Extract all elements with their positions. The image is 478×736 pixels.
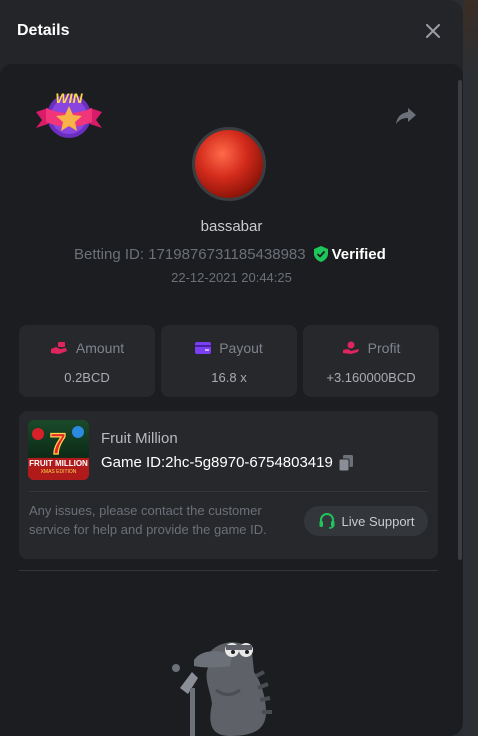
win-badge: WIN <box>34 88 104 144</box>
stat-value: 16.8 x <box>211 370 247 385</box>
headset-icon <box>319 512 334 529</box>
stat-payout: Payout 16.8 x <box>161 325 297 397</box>
avatar[interactable] <box>192 127 266 201</box>
game-thumbnail[interactable]: 7 FRUIT MILLION XMAS EDITION <box>28 420 89 480</box>
stat-value: 0.2BCD <box>64 370 110 385</box>
stat-value: +3.160000BCD <box>326 370 416 385</box>
game-id: Game ID:2hc-5g8970-6754803419 <box>101 454 333 471</box>
live-support-button[interactable]: Live Support <box>304 506 428 536</box>
divider <box>29 491 428 492</box>
close-icon[interactable] <box>424 22 442 40</box>
thumb-subtitle: XMAS EDITION <box>40 469 77 475</box>
help-text: Any issues, please contact the customer … <box>29 503 267 537</box>
section-separator <box>19 570 438 571</box>
game-card: 7 FRUIT MILLION XMAS EDITION Fruit Milli… <box>19 411 438 559</box>
scrollbar[interactable] <box>458 80 462 560</box>
betting-id: Betting ID: 1719876731185438983 <box>74 245 306 263</box>
share-icon[interactable] <box>395 105 417 127</box>
win-badge-text: WIN <box>55 90 83 106</box>
thumb-title: FRUIT MILLION <box>29 459 88 468</box>
crocodile-mascot <box>170 632 280 736</box>
stat-label: Payout <box>219 340 263 356</box>
verified-shield-icon <box>313 246 328 262</box>
modal-header: Details <box>0 0 463 64</box>
game-id-row: Game ID:2hc-5g8970-6754803419 <box>101 454 353 471</box>
svg-text:7: 7 <box>50 428 67 461</box>
stat-label: Amount <box>75 340 125 356</box>
verified-label: Verified <box>331 245 386 263</box>
betting-id-line: Betting ID: 1719876731185438983 Verified <box>74 244 386 264</box>
background-page <box>463 0 478 736</box>
username[interactable]: bassabar <box>0 218 463 235</box>
bet-hand-icon <box>50 342 67 354</box>
coin-hand-icon <box>342 341 359 354</box>
details-modal: Details WIN bassabar Betting ID: 1719876… <box>0 0 463 736</box>
live-support-label: Live Support <box>341 513 415 529</box>
stat-profit: Profit +3.160000BCD <box>303 325 439 397</box>
copy-icon[interactable] <box>338 454 353 471</box>
stat-amount: Amount 0.2BCD <box>19 325 155 397</box>
game-name[interactable]: Fruit Million <box>101 430 178 447</box>
modal-title: Details <box>17 22 70 39</box>
bet-datetime: 22-12-2021 20:44:25 <box>171 270 292 285</box>
wallet-card-icon <box>195 342 212 354</box>
stat-label: Profit <box>367 340 401 356</box>
